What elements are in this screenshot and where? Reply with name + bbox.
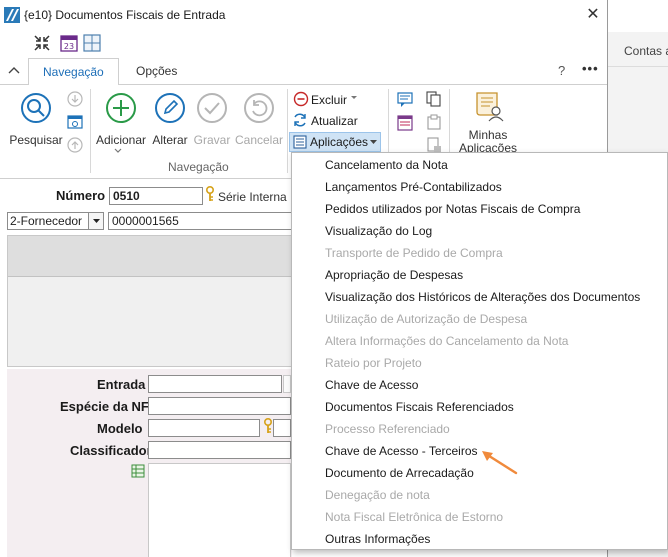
menu-item-altera-cancelamento: Altera Informações do Cancelamento da No… [325, 334, 569, 348]
classifier-field[interactable] [148, 441, 291, 459]
menu-item-log[interactable]: Visualização do Log [325, 224, 432, 238]
number-field[interactable]: 0510 [109, 187, 203, 205]
menu-item-arrecadacao[interactable]: Documento de Arrecadação [325, 466, 474, 480]
search-button[interactable]: Pesquisar [8, 89, 64, 153]
chevron-up-icon[interactable] [6, 63, 22, 77]
grid-header [8, 236, 291, 277]
minus-circle-icon [293, 91, 309, 107]
calendar-icon[interactable]: 23 [59, 33, 79, 53]
my-applications-button[interactable]: Minhas Aplicações [456, 129, 520, 153]
supplier-code-field[interactable]: 0000001565 [108, 212, 293, 230]
number-label: Número [56, 188, 106, 203]
cancel-button[interactable]: Cancelar [234, 89, 284, 153]
menu-item-historicos[interactable]: Visualização dos Históricos de Alteraçõe… [325, 290, 640, 304]
add-button[interactable]: Adicionar [94, 89, 148, 153]
supplier-type-select[interactable]: 2-Fornecedor [7, 212, 104, 230]
background-tab[interactable]: Contas a [624, 44, 668, 58]
app-logo-icon [4, 7, 20, 23]
supplier-type-value: 2-Fornecedor [10, 214, 83, 228]
menu-item-rateio: Rateio por Projeto [325, 356, 422, 370]
cancel-button-label: Cancelar [234, 133, 284, 147]
menu-item-chave-acesso[interactable]: Chave de Acesso [325, 378, 418, 392]
close-icon[interactable]: ✕ [584, 6, 602, 24]
applications-list-icon [293, 135, 307, 149]
applications-button-label: Aplicações [310, 135, 369, 149]
help-button[interactable]: ? [558, 63, 565, 78]
scroll-user-icon [476, 92, 504, 122]
grid-view-icon[interactable] [82, 33, 102, 53]
ribbon-tabs: Navegação Opções ? ••• [0, 58, 607, 86]
species-label: Espécie da NF [60, 399, 149, 414]
report-icon[interactable] [397, 115, 413, 131]
refresh-icon [294, 113, 306, 127]
menu-item-chave-terceiros[interactable]: Chave de Acesso - Terceiros [325, 444, 478, 458]
title-bar: {e10} Documentos Fiscais de Entrada ✕ [0, 0, 607, 30]
spreadsheet-icon[interactable] [131, 464, 145, 478]
background-divider [608, 66, 668, 67]
menu-item-estorno: Nota Fiscal Eletrônica de Estorno [325, 510, 504, 524]
document-lock-icon[interactable] [426, 137, 442, 153]
entry-label: Entrada [97, 377, 146, 392]
menu-item-pedidos[interactable]: Pedidos utilizados por Notas Fiscais de … [325, 202, 580, 216]
add-dropdown-icon[interactable] [113, 147, 123, 155]
ribbon-separator [90, 89, 91, 173]
edit-button-label: Alterar [152, 133, 188, 147]
pencil-circle-icon [155, 93, 185, 123]
refresh-button[interactable]: Atualizar [311, 114, 358, 128]
delete-button[interactable]: Excluir [311, 93, 347, 107]
copy-icon[interactable] [426, 91, 442, 107]
menu-item-outras[interactable]: Outras Informações [325, 532, 430, 546]
classifier-label: Classificador [70, 443, 152, 458]
data-grid[interactable] [7, 235, 292, 367]
window-title: {e10} Documentos Fiscais de Entrada [24, 8, 226, 22]
save-button[interactable]: Gravar [192, 89, 232, 153]
menu-item-documentos-referenciados[interactable]: Documentos Fiscais Referenciados [325, 400, 514, 414]
serie-label: Série Interna [218, 190, 287, 204]
arrow-up-circle-icon[interactable] [67, 137, 83, 153]
key-icon[interactable] [205, 186, 215, 202]
comment-icon[interactable] [397, 92, 413, 108]
more-options-button[interactable]: ••• [582, 61, 599, 76]
paste-icon[interactable] [426, 114, 442, 130]
species-field[interactable] [148, 397, 291, 415]
undo-circle-icon [244, 93, 274, 123]
tab-navigation[interactable]: Navegação [28, 58, 119, 86]
menu-item-denegacao: Denegação de nota [325, 488, 430, 502]
menu-item-apropriacao[interactable]: Apropriação de Despesas [325, 268, 463, 282]
model-key-icon[interactable] [263, 418, 273, 434]
annotation-arrow-icon [482, 451, 518, 475]
menu-item-autorizacao: Utilização de Autorização de Despesa [325, 312, 528, 326]
tab-options[interactable]: Opções [122, 58, 191, 85]
background-window-header [608, 0, 668, 32]
menu-item-cancelamento[interactable]: Cancelamento da Nota [325, 158, 448, 172]
ribbon-separator [287, 89, 288, 173]
save-button-label: Gravar [193, 133, 231, 147]
add-button-label: Adicionar [95, 133, 147, 147]
check-circle-icon [197, 93, 227, 123]
navigation-group-label: Navegação [168, 160, 229, 174]
window-search-icon[interactable] [67, 114, 83, 130]
collapse-arrows-icon[interactable] [32, 33, 52, 53]
model-description-field[interactable] [273, 419, 291, 437]
menu-item-processo: Processo Referenciado [325, 422, 450, 436]
plus-circle-icon [106, 93, 136, 123]
entry-field[interactable] [148, 375, 282, 393]
edit-button[interactable]: Alterar [150, 89, 190, 153]
svg-text:23: 23 [64, 42, 74, 51]
delete-dropdown-icon[interactable] [350, 95, 358, 101]
arrow-down-circle-icon[interactable] [67, 91, 83, 107]
classifier-list[interactable] [148, 463, 291, 557]
search-icon [21, 93, 51, 123]
chevron-down-icon[interactable] [88, 213, 103, 229]
applications-button[interactable]: Aplicações [289, 132, 381, 152]
applications-dropdown-icon [370, 140, 377, 144]
menu-item-transporte: Transporte de Pedido de Compra [325, 246, 503, 260]
model-label: Modelo [97, 421, 143, 436]
model-field[interactable] [148, 419, 260, 437]
search-button-label: Pesquisar [9, 133, 63, 147]
applications-menu: Cancelamento da Nota Lançamentos Pré-Con… [291, 152, 668, 550]
menu-item-lancamentos[interactable]: Lançamentos Pré-Contabilizados [325, 180, 502, 194]
entry-calendar-button[interactable] [283, 375, 291, 393]
